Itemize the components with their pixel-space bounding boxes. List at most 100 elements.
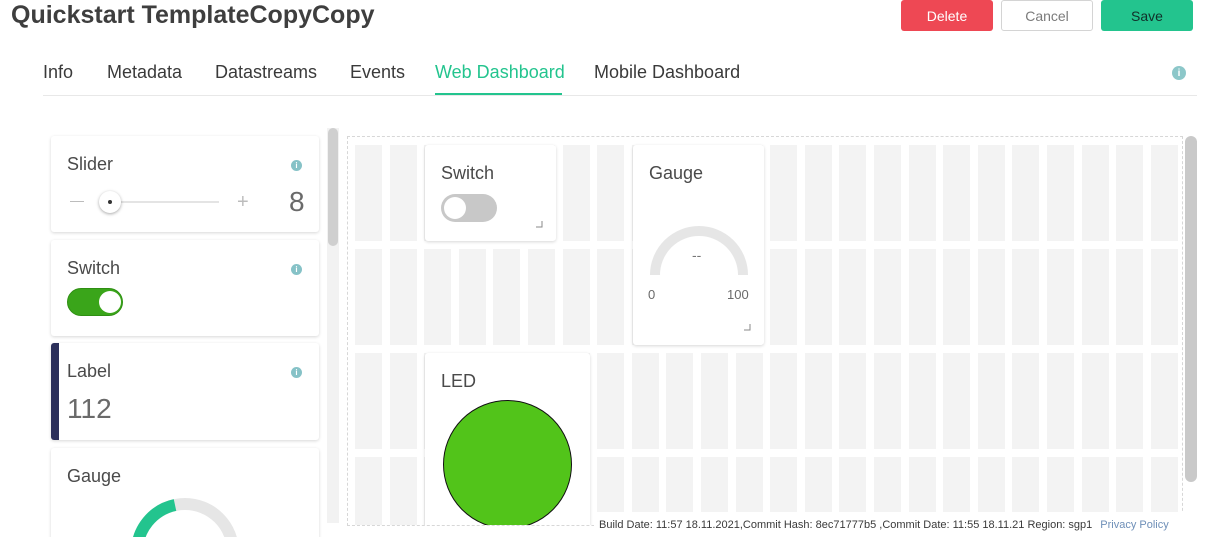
grid-cell	[977, 353, 1005, 449]
label-color-bar	[51, 343, 59, 440]
slider-track[interactable]	[111, 201, 219, 203]
grid-cell	[1116, 145, 1144, 241]
gauge-min: 0	[648, 287, 656, 302]
plus-icon[interactable]: +	[237, 192, 249, 212]
grid-cell	[804, 353, 832, 449]
grid-cell	[874, 249, 901, 345]
grid-cell	[1081, 145, 1109, 241]
grid-cell	[528, 249, 555, 345]
grid-cell	[355, 457, 382, 525]
grid-cell	[562, 145, 590, 241]
library-slider-widget[interactable]: Slider i + 8	[51, 136, 319, 232]
grid-cell	[1047, 353, 1074, 449]
grid-cell	[597, 353, 625, 449]
grid-cell	[874, 145, 901, 241]
dashboard-switch-widget[interactable]: Switch	[425, 145, 556, 241]
grid-cell	[943, 249, 971, 345]
grid-cell	[1012, 249, 1040, 345]
grid-cell	[493, 249, 521, 345]
info-icon[interactable]: i	[291, 160, 302, 171]
save-button[interactable]: Save	[1101, 0, 1193, 31]
grid-cell	[389, 145, 417, 241]
grid-cell	[1081, 249, 1109, 345]
library-gauge-widget[interactable]: Gauge	[51, 448, 319, 537]
grid-cell	[804, 145, 832, 241]
widget-title: Gauge	[649, 163, 704, 183]
tab-bar: Info Metadata Datastreams Events Web Das…	[43, 50, 1197, 96]
library-scrollbar-thumb[interactable]	[328, 128, 338, 246]
grid-cell	[389, 353, 417, 449]
tab-metadata[interactable]: Metadata	[107, 62, 182, 83]
active-tab-indicator	[435, 93, 562, 95]
privacy-policy-link[interactable]: Privacy Policy	[1100, 519, 1168, 531]
grid-cell	[666, 353, 694, 449]
widget-title: Gauge	[67, 466, 122, 486]
library-label-widget[interactable]: Label i 112	[51, 343, 319, 440]
grid-cell	[804, 249, 832, 345]
grid-cell	[597, 145, 625, 241]
gauge-value: --	[692, 247, 702, 263]
grid-cell	[908, 353, 936, 449]
widget-title: LED	[441, 371, 477, 391]
grid-cell	[1116, 249, 1144, 345]
grid-cell	[597, 249, 625, 345]
tab-mobile-dashboard[interactable]: Mobile Dashboard	[594, 62, 740, 83]
led-indicator	[443, 400, 572, 525]
tab-info[interactable]: Info	[43, 62, 73, 83]
grid-cell	[389, 249, 417, 345]
slider-value: 8	[289, 186, 305, 217]
minus-icon[interactable]	[70, 201, 84, 202]
switch-toggle[interactable]	[67, 288, 123, 316]
dashboard-canvas[interactable]: Switch Gauge -- 0 100 LED	[347, 136, 1183, 526]
gauge-arc	[650, 226, 748, 276]
dashboard-gauge-widget[interactable]: Gauge -- 0 100	[633, 145, 764, 345]
grid-cell	[701, 353, 728, 449]
grid-cell	[943, 145, 971, 241]
slider-handle[interactable]	[99, 191, 121, 213]
grid-cell	[943, 353, 971, 449]
switch-knob	[99, 291, 121, 313]
grid-cell	[977, 249, 1005, 345]
grid-cell	[1081, 353, 1109, 449]
grid-cell	[562, 249, 590, 345]
widget-title: Switch	[441, 163, 495, 183]
info-icon[interactable]: i	[1172, 66, 1186, 80]
resize-handle-icon[interactable]	[536, 221, 544, 229]
grid-cell	[1012, 353, 1040, 449]
canvas-scrollbar[interactable]	[1185, 136, 1197, 482]
grid-cell	[770, 353, 798, 449]
grid-cell	[458, 249, 486, 345]
grid-cell	[770, 249, 798, 345]
grid-cell	[908, 145, 936, 241]
delete-button[interactable]: Delete	[901, 0, 993, 31]
grid-cell	[735, 353, 763, 449]
grid-cell	[874, 353, 901, 449]
tab-datastreams[interactable]: Datastreams	[215, 62, 317, 83]
grid-cell	[631, 353, 659, 449]
cancel-button[interactable]: Cancel	[1001, 0, 1093, 31]
grid-cell	[389, 457, 417, 525]
library-switch-widget[interactable]: Switch i	[51, 240, 319, 336]
gauge-arc	[133, 498, 237, 537]
grid-cell	[839, 353, 867, 449]
resize-handle-icon[interactable]	[744, 324, 752, 332]
grid-cell	[1116, 353, 1144, 449]
gauge-max: 100	[727, 287, 749, 302]
tab-events[interactable]: Events	[350, 62, 405, 83]
grid-cell	[908, 249, 936, 345]
widget-title: Switch	[67, 258, 121, 278]
dashboard-led-widget[interactable]: LED	[425, 353, 590, 525]
grid-cell	[1047, 145, 1074, 241]
grid-cell	[355, 249, 382, 345]
info-icon[interactable]: i	[291, 367, 302, 378]
label-value: 112	[67, 393, 112, 424]
grid-cell	[1150, 145, 1178, 241]
footer: Build Date: 11:57 18.11.2021,Commit Hash…	[594, 512, 1211, 537]
grid-cell	[1012, 145, 1040, 241]
info-icon[interactable]: i	[291, 264, 302, 275]
grid-cell	[977, 145, 1005, 241]
widget-title: Slider	[67, 154, 114, 174]
page-title: Quickstart TemplateCopyCopy	[11, 1, 375, 29]
tab-web-dashboard[interactable]: Web Dashboard	[435, 62, 565, 83]
switch-toggle[interactable]	[441, 194, 497, 222]
